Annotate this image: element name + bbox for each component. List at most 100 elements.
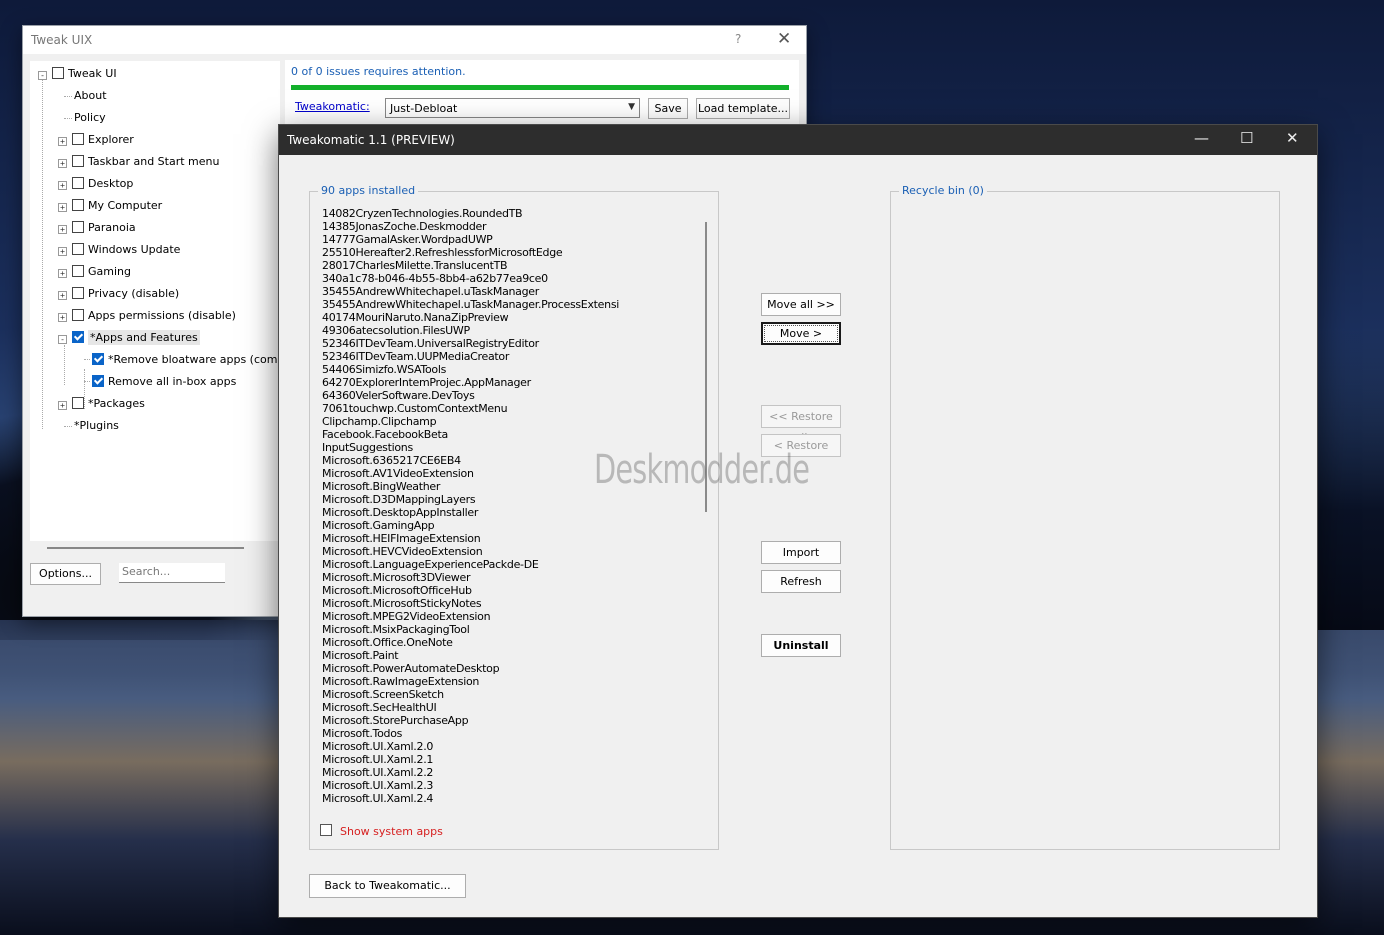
- checkbox[interactable]: [72, 199, 84, 211]
- expand-icon[interactable]: +: [58, 225, 67, 234]
- list-item[interactable]: 340a1c78-b046-4b55-8bb4-a62b77ea9ce0: [322, 272, 702, 285]
- tree-item-plugins[interactable]: *Plugins: [74, 419, 119, 432]
- list-item[interactable]: Facebook.FacebookBeta: [322, 428, 702, 441]
- show-system-apps-checkbox[interactable]: Show system apps: [320, 824, 443, 838]
- uninstall-button[interactable]: Uninstall: [761, 634, 841, 657]
- list-item[interactable]: 25510Hereafter2.RefreshlessforMicrosoftE…: [322, 246, 702, 259]
- tree-item-packages[interactable]: *Packages: [72, 397, 145, 410]
- tree-item-explorer[interactable]: Explorer: [72, 133, 134, 146]
- checkbox[interactable]: [72, 243, 84, 255]
- list-item[interactable]: Microsoft.MsixPackagingTool: [322, 623, 702, 636]
- list-item[interactable]: Microsoft.UI.Xaml.2.2: [322, 766, 702, 779]
- list-item[interactable]: Microsoft.ScreenSketch: [322, 688, 702, 701]
- list-item[interactable]: Microsoft.LanguageExperiencePackde-DE: [322, 558, 702, 571]
- tree-item-desktop[interactable]: Desktop: [72, 177, 133, 190]
- tree-item-tweak-ui[interactable]: Tweak UI: [52, 67, 117, 80]
- tree-item-paranoia[interactable]: Paranoia: [72, 221, 136, 234]
- list-item[interactable]: Microsoft.UI.Xaml.2.3: [322, 779, 702, 792]
- list-item[interactable]: 64360VelerSoftware.DevToys: [322, 389, 702, 402]
- expand-icon[interactable]: +: [58, 313, 67, 322]
- list-item[interactable]: Microsoft.RawImageExtension: [322, 675, 702, 688]
- import-button[interactable]: Import: [761, 541, 841, 564]
- installed-apps-list[interactable]: 14082CryzenTechnologies.RoundedTB 14385Jo…: [322, 207, 702, 807]
- tree-item-my-computer[interactable]: My Computer: [72, 199, 162, 212]
- checkbox-checked[interactable]: [92, 375, 104, 387]
- list-item[interactable]: Microsoft.UI.Xaml.2.0: [322, 740, 702, 753]
- tweak-uix-titlebar[interactable]: Tweak UIX ? ✕: [23, 26, 806, 54]
- list-item[interactable]: Microsoft.SecHealthUI: [322, 701, 702, 714]
- search-input[interactable]: Search...: [119, 563, 225, 583]
- tree-item-privacy[interactable]: Privacy (disable): [72, 287, 179, 300]
- list-item[interactable]: Microsoft.DesktopAppInstaller: [322, 506, 702, 519]
- list-item[interactable]: Microsoft.StorePurchaseApp: [322, 714, 702, 727]
- checkbox[interactable]: [72, 133, 84, 145]
- maximize-icon[interactable]: ☐: [1240, 129, 1253, 147]
- list-item[interactable]: 64270ExplorerIntemProjec.AppManager: [322, 376, 702, 389]
- tree-item-windows-update[interactable]: Windows Update: [72, 243, 180, 256]
- tree-item-taskbar[interactable]: Taskbar and Start menu: [72, 155, 219, 168]
- list-item[interactable]: Microsoft.HEVCVideoExtension: [322, 545, 702, 558]
- tree-item-apps-and-features[interactable]: *Apps and Features: [72, 330, 200, 345]
- list-item[interactable]: Microsoft.Todos: [322, 727, 702, 740]
- refresh-button[interactable]: Refresh: [761, 570, 841, 593]
- list-item[interactable]: 54406Simizfo.WSATools: [322, 363, 702, 376]
- list-item[interactable]: 28017CharlesMilette.TranslucentTB: [322, 259, 702, 272]
- list-item[interactable]: Microsoft.PowerAutomateDesktop: [322, 662, 702, 675]
- collapse-icon[interactable]: -: [38, 71, 47, 80]
- checkbox[interactable]: [320, 824, 332, 836]
- checkbox-checked[interactable]: [92, 353, 104, 365]
- list-item[interactable]: 35455AndrewWhitechapel.uTaskManager.Proc…: [322, 298, 702, 311]
- list-item[interactable]: Microsoft.Microsoft3DViewer: [322, 571, 702, 584]
- list-item[interactable]: Microsoft.MicrosoftOfficeHub: [322, 584, 702, 597]
- options-button[interactable]: Options...: [30, 563, 101, 585]
- expand-icon[interactable]: +: [58, 181, 67, 190]
- tree-item-policy[interactable]: Policy: [74, 111, 106, 124]
- list-item[interactable]: Clipchamp.Clipchamp: [322, 415, 702, 428]
- tweakomatic-titlebar[interactable]: Tweakomatic 1.1 (PREVIEW) — ☐ ✕: [279, 125, 1317, 155]
- list-item[interactable]: 52346ITDevTeam.UUPMediaCreator: [322, 350, 702, 363]
- close-icon[interactable]: ✕: [1286, 129, 1299, 147]
- list-item[interactable]: 52346ITDevTeam.UniversalRegistryEditor: [322, 337, 702, 350]
- list-item[interactable]: 49306atecsolution.FilesUWP: [322, 324, 702, 337]
- expand-icon[interactable]: +: [58, 247, 67, 256]
- list-item[interactable]: 14777GamalAsker.WordpadUWP: [322, 233, 702, 246]
- list-item[interactable]: 40174MouriNaruto.NanaZipPreview: [322, 311, 702, 324]
- list-item[interactable]: 14385JonasZoche.Deskmodder: [322, 220, 702, 233]
- tree-item-apps-permissions[interactable]: Apps permissions (disable): [72, 309, 236, 322]
- tree-item-about[interactable]: About: [74, 89, 107, 102]
- splitter[interactable]: [47, 547, 244, 549]
- checkbox[interactable]: [72, 287, 84, 299]
- list-item[interactable]: Microsoft.UI.Xaml.2.1: [322, 753, 702, 766]
- back-to-tweakomatic-button[interactable]: Back to Tweakomatic...: [309, 874, 466, 898]
- list-item[interactable]: Microsoft.D3DMappingLayers: [322, 493, 702, 506]
- minimize-icon[interactable]: —: [1194, 129, 1209, 147]
- restore-all-button[interactable]: << Restore all: [761, 405, 841, 444]
- collapse-icon[interactable]: -: [58, 335, 67, 344]
- list-item[interactable]: Microsoft.MPEG2VideoExtension: [322, 610, 702, 623]
- move-button[interactable]: Move >: [761, 322, 841, 345]
- template-select[interactable]: Just-Debloat ▼: [385, 98, 640, 118]
- tweakomatic-link[interactable]: Tweakomatic:: [295, 100, 370, 113]
- load-template-button[interactable]: Load template...: [696, 98, 790, 119]
- list-item[interactable]: Microsoft.MicrosoftStickyNotes: [322, 597, 702, 610]
- checkbox[interactable]: [72, 155, 84, 167]
- checkbox[interactable]: [72, 177, 84, 189]
- list-item[interactable]: Microsoft.Office.OneNote: [322, 636, 702, 649]
- expand-icon[interactable]: +: [58, 291, 67, 300]
- list-item[interactable]: 35455AndrewWhitechapel.uTaskManager: [322, 285, 702, 298]
- checkbox[interactable]: [52, 67, 64, 79]
- settings-tree[interactable]: - Tweak UI About Policy + Explorer + Tas…: [30, 61, 280, 541]
- tree-item-gaming[interactable]: Gaming: [72, 265, 131, 278]
- expand-icon[interactable]: +: [58, 159, 67, 168]
- list-item[interactable]: 14082CryzenTechnologies.RoundedTB: [322, 207, 702, 220]
- checkbox[interactable]: [72, 309, 84, 321]
- checkbox[interactable]: [72, 397, 84, 409]
- move-all-button[interactable]: Move all >>: [761, 293, 841, 316]
- list-item[interactable]: Microsoft.UI.Xaml.2.4: [322, 792, 702, 805]
- checkbox[interactable]: [72, 221, 84, 233]
- expand-icon[interactable]: +: [58, 203, 67, 212]
- help-icon[interactable]: ?: [735, 32, 741, 46]
- save-button[interactable]: Save: [648, 98, 688, 119]
- tree-item-remove-bloatware[interactable]: *Remove bloatware apps (community: [92, 353, 280, 366]
- checkbox-checked[interactable]: [72, 331, 84, 343]
